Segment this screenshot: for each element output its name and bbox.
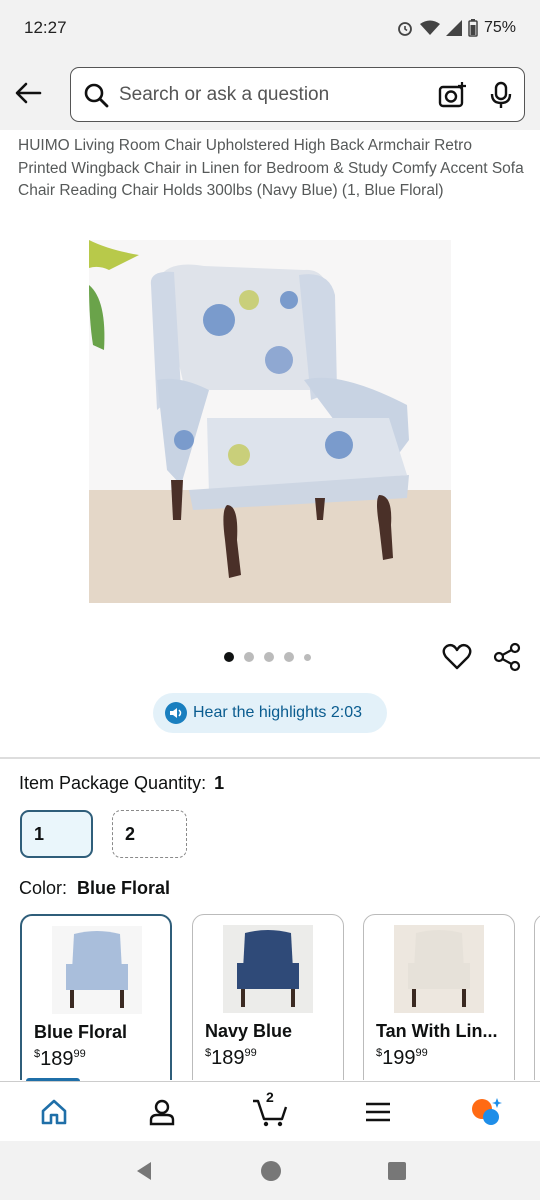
color-option-tan-with-linen[interactable]: Tan With Lin... $19999 (363, 914, 515, 1080)
swatch-price-dollars: 189 (211, 1047, 245, 1069)
carousel-dot[interactable] (284, 652, 294, 662)
swatch-price: $19999 (376, 1047, 428, 1069)
color-options: Blue Floral $18999 Navy Blue $18999 Tan … (20, 914, 540, 1080)
bottom-navigation: 2 (0, 1081, 540, 1141)
swatch-thumbnail (394, 925, 484, 1013)
color-label: Color: Blue Floral (19, 878, 170, 899)
status-bar: 12:27 75% (0, 0, 540, 56)
color-label-text: Color: (19, 878, 68, 898)
search-bar[interactable] (70, 67, 525, 122)
swatch-price: $18999 (34, 1048, 86, 1070)
quantity-label-text: Item Package Quantity: (19, 773, 207, 793)
product-title: HUIMO Living Room Chair Upholstered High… (18, 137, 524, 199)
swatch-thumbnail (52, 926, 142, 1014)
microphone-icon[interactable] (490, 81, 512, 109)
home-icon (41, 1099, 67, 1124)
status-icons: 75% (396, 19, 516, 37)
swatch-name: Navy Blue (205, 1021, 293, 1041)
swatch-price-cents: 99 (415, 1047, 428, 1059)
alarm-icon (398, 22, 412, 36)
hear-highlights-button[interactable]: Hear the highlights 2:03 (153, 693, 387, 733)
quantity-option-1[interactable]: 1 (20, 810, 93, 858)
color-option-navy-blue[interactable]: Navy Blue $18999 (192, 914, 344, 1080)
system-recents-icon[interactable] (387, 1161, 407, 1181)
chair-seat (408, 963, 470, 989)
battery-icon (468, 19, 478, 37)
menu-icon (366, 1102, 390, 1121)
nav-home[interactable] (24, 1087, 84, 1137)
swatch-name: Blue Floral (34, 1022, 128, 1042)
carousel-dot[interactable] (304, 653, 311, 661)
search-header (0, 56, 540, 130)
system-navigation (0, 1141, 540, 1200)
image-carousel-dots[interactable] (224, 652, 311, 662)
color-selected: Blue Floral (77, 878, 171, 898)
carousel-dot[interactable] (264, 652, 274, 662)
nav-menu[interactable] (348, 1087, 408, 1137)
back-arrow-icon (15, 82, 42, 104)
nav-cart[interactable]: 2 (240, 1087, 300, 1137)
system-home-icon[interactable] (260, 1160, 282, 1182)
camera-search-icon[interactable] (438, 81, 468, 109)
search-input[interactable] (119, 83, 438, 106)
swatch-price: $18999 (205, 1047, 257, 1069)
back-button[interactable] (0, 56, 56, 130)
person-icon (149, 1099, 175, 1125)
battery-level: 75% (483, 19, 516, 36)
carousel-dot[interactable] (224, 652, 234, 662)
quantity-selected: 1 (214, 773, 225, 793)
search-icon (84, 83, 109, 107)
swatch-price-cents: 99 (73, 1048, 86, 1060)
chair-seat (237, 963, 299, 989)
swatch-price-dollars: 199 (382, 1047, 416, 1069)
quantity-label: Item Package Quantity: 1 (19, 773, 224, 794)
heart-icon[interactable] (442, 642, 472, 672)
signal-icon (445, 20, 462, 36)
rufus-assistant-icon (472, 1097, 502, 1125)
color-option-more[interactable] (534, 914, 540, 1080)
section-divider (0, 757, 540, 759)
nav-account[interactable] (132, 1087, 192, 1137)
nav-rufus[interactable] (456, 1087, 516, 1137)
swatch-price-cents: 99 (244, 1047, 257, 1059)
carousel-dot[interactable] (244, 652, 254, 662)
product-image[interactable] (89, 240, 451, 603)
color-option-blue-floral[interactable]: Blue Floral $18999 (20, 914, 172, 1080)
swatch-thumbnail (223, 925, 313, 1013)
swatch-name: Tan With Lin... (376, 1021, 498, 1041)
quantity-option-2[interactable]: 2 (112, 810, 187, 858)
cart-count: 2 (266, 1088, 274, 1105)
swatch-price-dollars: 189 (40, 1048, 74, 1070)
system-back-icon[interactable] (133, 1160, 155, 1182)
speaker-icon (165, 702, 187, 724)
chair-seat (66, 964, 128, 990)
status-time: 12:27 (24, 18, 67, 37)
wifi-icon (419, 20, 440, 35)
share-icon[interactable] (492, 642, 522, 672)
hear-highlights-label: Hear the highlights 2:03 (193, 704, 362, 721)
